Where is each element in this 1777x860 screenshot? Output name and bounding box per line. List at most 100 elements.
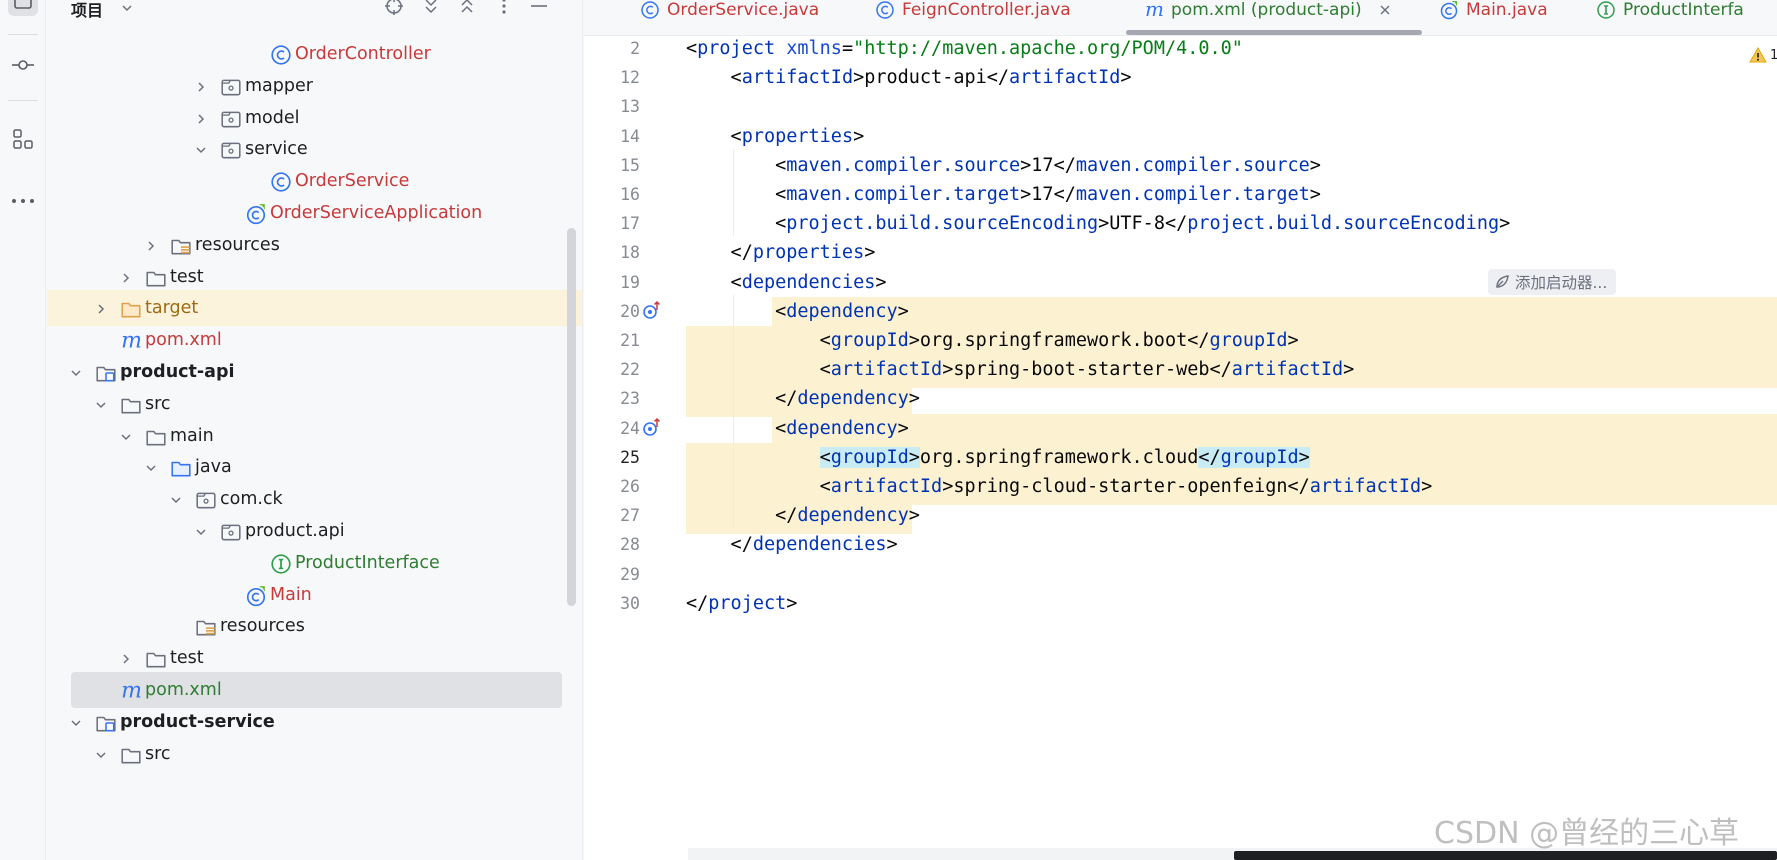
line-number: 23 bbox=[620, 389, 640, 409]
code-line[interactable]: <maven.compiler.source>17</maven.compile… bbox=[686, 149, 1777, 182]
code-editor[interactable]: 2 12 13 14 15 16 17 18 19 20 21 22 23 24 25 26 27 28 29 30 … bbox=[584, 36, 1777, 860]
tree-item-test[interactable]: test bbox=[47, 259, 582, 295]
code-line[interactable] bbox=[686, 90, 1777, 123]
tree-item-java[interactable]: java bbox=[47, 449, 582, 485]
close-icon[interactable] bbox=[1379, 1, 1391, 20]
chevron-down-icon[interactable] bbox=[144, 460, 158, 474]
structure-tool-button[interactable] bbox=[8, 124, 38, 154]
code-line[interactable]: <dependency> bbox=[686, 412, 1777, 445]
interface-icon bbox=[270, 553, 291, 574]
commit-tool-button[interactable] bbox=[8, 50, 38, 80]
code-line[interactable]: <groupId>org.springframework.boot</group… bbox=[686, 324, 1777, 357]
chevron-right-icon[interactable] bbox=[119, 270, 133, 284]
tree-item-model[interactable]: model bbox=[47, 100, 582, 136]
code-line[interactable]: </project> bbox=[686, 587, 1777, 620]
code-line[interactable]: <artifactId>product-api</artifactId> bbox=[686, 61, 1777, 94]
tab-label: Main.java bbox=[1466, 0, 1548, 20]
tree-item-main[interactable]: main bbox=[47, 418, 582, 454]
chevron-right-icon[interactable] bbox=[194, 111, 208, 125]
chevron-down-icon[interactable] bbox=[69, 715, 83, 729]
spring-boot-class-icon bbox=[245, 203, 266, 225]
chevron-right-icon[interactable] bbox=[94, 301, 108, 315]
tree-item-src[interactable]: src bbox=[47, 386, 582, 422]
package-icon bbox=[220, 76, 241, 96]
override-icon[interactable] bbox=[640, 416, 664, 440]
chevron-down-icon[interactable] bbox=[194, 524, 208, 538]
tab-productinterfa[interactable]: ProductInterfa bbox=[1596, 0, 1744, 28]
maven-icon: m bbox=[1144, 0, 1164, 21]
inspection-widget[interactable]: 1 bbox=[1749, 44, 1777, 66]
tree-item-label: service bbox=[245, 139, 308, 160]
tab-label: FeignController.java bbox=[902, 0, 1071, 20]
tree-item-orderservice[interactable]: OrderService bbox=[47, 163, 582, 199]
scrollbar-thumb[interactable] bbox=[1234, 851, 1777, 860]
project-panel-title[interactable]: 项目 bbox=[71, 0, 103, 21]
tree-item-label: model bbox=[245, 107, 300, 128]
chevron-right-icon[interactable] bbox=[119, 651, 133, 665]
tab-pom-xml-product-api-[interactable]: m pom.xml (product-api) bbox=[1144, 0, 1391, 28]
project-panel: 项目 OrderController mapper model service Orde… bbox=[47, 0, 583, 860]
chevron-right-icon[interactable] bbox=[194, 79, 208, 93]
tree-item-mapper[interactable]: mapper bbox=[47, 68, 582, 104]
code-line[interactable]: </dependency> bbox=[686, 382, 1777, 415]
code-line[interactable]: </dependencies> bbox=[686, 528, 1777, 561]
expand-all-icon[interactable] bbox=[421, 0, 441, 16]
chevron-down-icon[interactable] bbox=[94, 747, 108, 761]
more-vertical-icon[interactable] bbox=[494, 0, 514, 16]
tab-orderservice-java[interactable]: OrderService.java bbox=[640, 0, 819, 28]
chevron-down-icon[interactable] bbox=[169, 492, 183, 506]
inlay-hint-add-starter[interactable]: 添加启动器... bbox=[1488, 268, 1617, 295]
line-number: 13 bbox=[620, 97, 640, 117]
chevron-down-icon[interactable] bbox=[119, 429, 133, 443]
tab-main-java[interactable]: Main.java bbox=[1439, 0, 1548, 28]
project-tool-button[interactable] bbox=[8, 0, 38, 16]
chevron-down-icon[interactable] bbox=[69, 365, 83, 379]
tree-item-target[interactable]: target bbox=[47, 290, 582, 327]
collapse-all-icon[interactable] bbox=[457, 0, 477, 16]
code-line[interactable]: <artifactId>spring-boot-starter-web</art… bbox=[686, 353, 1777, 386]
code-line[interactable]: <groupId>org.springframework.cloud</grou… bbox=[686, 441, 1777, 474]
chevron-right-icon[interactable] bbox=[144, 238, 158, 252]
interface-icon bbox=[1596, 0, 1616, 20]
source-folder-icon bbox=[170, 457, 191, 477]
tree-item-orderserviceapplication[interactable]: OrderServiceApplication bbox=[47, 195, 582, 231]
tree-item-main[interactable]: Main bbox=[47, 577, 582, 613]
code-line[interactable] bbox=[686, 558, 1777, 591]
tree-item-product-service[interactable]: product-service bbox=[47, 704, 582, 740]
tree-scrollbar[interactable] bbox=[567, 228, 576, 606]
tree-item-label: Main bbox=[270, 584, 312, 605]
tree-item-ordercontroller[interactable]: OrderController bbox=[47, 36, 582, 72]
code-line[interactable]: <artifactId>spring-cloud-starter-openfei… bbox=[686, 470, 1777, 503]
tree-item-product-api[interactable]: product-api bbox=[47, 354, 582, 390]
tree-item-resources[interactable]: resources bbox=[47, 227, 582, 263]
chevron-down-icon[interactable] bbox=[194, 142, 208, 156]
maven-icon: m bbox=[120, 679, 142, 704]
tree-item-label: pom.xml bbox=[145, 680, 222, 700]
code-line[interactable]: <dependency> bbox=[686, 295, 1777, 328]
spring-leaf-icon bbox=[1496, 274, 1509, 288]
tree-item-label: target bbox=[145, 298, 199, 319]
code-line[interactable]: <maven.compiler.target>17</maven.compile… bbox=[686, 178, 1777, 211]
tree-item-resources[interactable]: resources bbox=[47, 608, 582, 644]
minimize-icon[interactable] bbox=[529, 0, 549, 16]
tree-item-pom-xml[interactable]: m pom.xml bbox=[47, 322, 582, 358]
tree-item-src[interactable]: src bbox=[47, 736, 582, 772]
tree-item-com-ck[interactable]: com.ck bbox=[47, 481, 582, 517]
more-tools-button[interactable] bbox=[8, 186, 38, 216]
tab-feigncontroller-java[interactable]: FeignController.java bbox=[875, 0, 1071, 28]
tree-item-service[interactable]: service bbox=[47, 131, 582, 167]
tree-item-test[interactable]: test bbox=[47, 640, 582, 676]
tree-item-productinterface[interactable]: ProductInterface bbox=[47, 545, 582, 581]
tree-item-label: ProductInterface bbox=[295, 552, 440, 573]
chevron-down-icon[interactable] bbox=[94, 397, 108, 411]
code-line[interactable]: </properties> bbox=[686, 236, 1777, 269]
tree-item-pom-xml[interactable]: m pom.xml bbox=[71, 672, 562, 708]
override-icon[interactable] bbox=[640, 299, 664, 323]
code-line[interactable]: <properties> bbox=[686, 120, 1777, 153]
crosshair-icon[interactable] bbox=[384, 0, 404, 16]
chevron-down-icon[interactable] bbox=[117, 0, 137, 18]
tree-item-product-api[interactable]: product.api bbox=[47, 513, 582, 549]
package-icon bbox=[195, 489, 216, 509]
code-line[interactable]: </dependency> bbox=[686, 499, 1777, 532]
code-line[interactable]: <project.build.sourceEncoding>UTF-8</pro… bbox=[686, 207, 1777, 240]
